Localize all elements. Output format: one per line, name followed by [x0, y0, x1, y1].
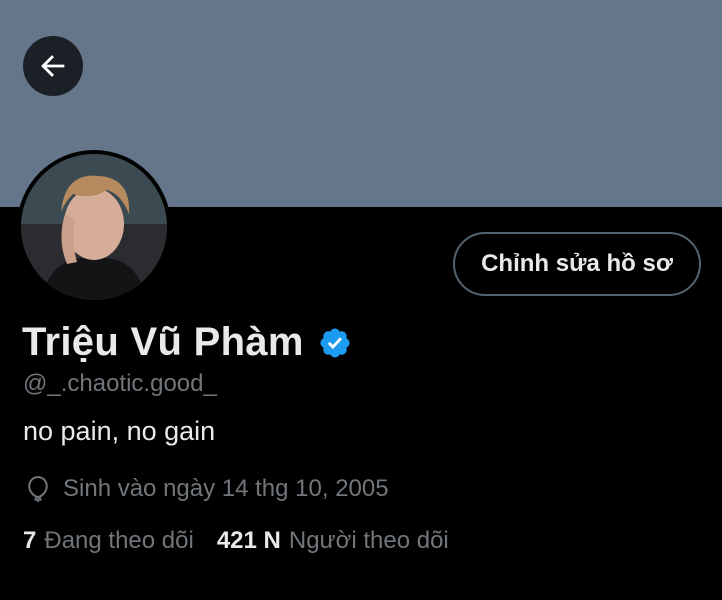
verified-badge-icon — [320, 327, 350, 358]
profile-bio: no pain, no gain — [23, 416, 216, 446]
followers-label: Người theo dõi — [288, 527, 449, 554]
display-name: Triệu Vũ Phàm — [22, 320, 304, 364]
balloon-icon — [28, 476, 48, 503]
name-row: Triệu Vũ Phàm — [22, 320, 352, 365]
following-link[interactable]: 7 Đang theo dõi — [23, 527, 194, 555]
following-count: 7 — [23, 527, 37, 554]
followers-link[interactable]: 421 N Người theo dõi — [217, 527, 449, 555]
avatar[interactable] — [17, 150, 171, 304]
birth-date-text: Sinh vào ngày 14 thg 10, 2005 — [63, 475, 389, 502]
birth-date-row: Sinh vào ngày 14 thg 10, 2005 — [23, 474, 389, 504]
followers-count: 421 N — [216, 527, 281, 554]
edit-profile-button[interactable]: Chỉnh sửa hồ sơ — [453, 232, 701, 296]
back-button[interactable] — [23, 36, 83, 96]
following-label: Đang theo dõi — [44, 527, 194, 554]
follow-stats: 7 Đang theo dõi 421 N Người theo dõi — [23, 527, 449, 555]
arrow-left-icon — [41, 55, 65, 77]
profile-handle: @_.chaotic.good_ — [23, 370, 217, 397]
avatar-photo — [21, 154, 167, 300]
